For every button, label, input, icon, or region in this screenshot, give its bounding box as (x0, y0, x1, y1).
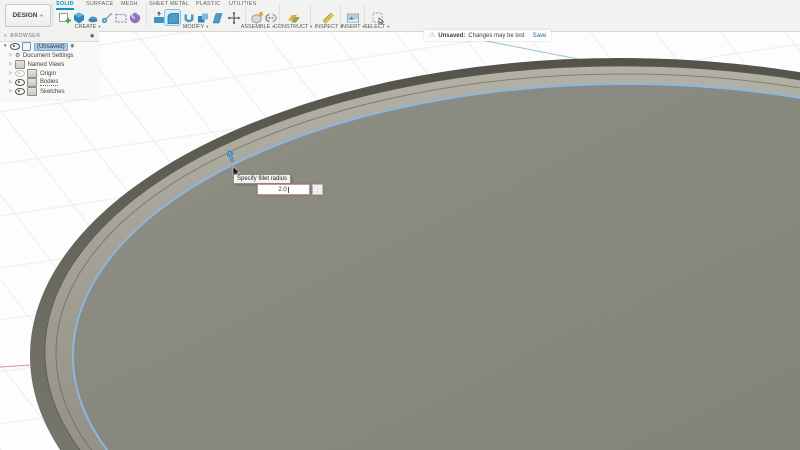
tab-surface[interactable]: SURFACE (86, 1, 113, 8)
chevron-down-icon: ▼ (205, 25, 209, 29)
modeling-viewport[interactable] (0, 0, 800, 450)
tab-plastic[interactable]: PLASTIC (196, 1, 220, 8)
insert-group-label: INSERT (340, 24, 360, 30)
fillet-radius-value: 2.0 (278, 187, 286, 193)
visibility-eye-icon[interactable] (15, 88, 25, 95)
assemble-group-dropdown[interactable]: ASSEMBLE ▼ (241, 23, 275, 30)
sketches-folder-icon (27, 87, 37, 96)
visibility-eye-icon[interactable] (15, 79, 25, 86)
expand-caret-icon[interactable]: ▼ (3, 44, 7, 49)
expand-caret-icon[interactable]: ▷ (9, 53, 12, 58)
browser-item-document-settings[interactable]: ▷ ⚙ Document Settings (0, 51, 99, 60)
workspace-label: DESIGN (13, 12, 38, 19)
document-icon (22, 42, 31, 51)
visibility-eye-icon[interactable] (15, 70, 25, 77)
browser-title: BROWSER (10, 33, 40, 39)
browser-item-origin[interactable]: ▷ Origin (0, 69, 99, 78)
document-name[interactable]: (Unsaved) (34, 43, 68, 51)
fillet-value-row: 2.0 ⋮ (257, 184, 323, 195)
construct-group-dropdown[interactable]: CONSTRUCT ▼ (275, 23, 312, 30)
workspace-selector-button[interactable]: DESIGN ▼ (5, 4, 51, 27)
gear-icon: ⚙ (15, 53, 20, 59)
expand-caret-icon[interactable]: ▷ (9, 71, 12, 76)
move-icon[interactable] (226, 10, 241, 25)
value-drag-handle-icon[interactable]: ⋮ (312, 184, 323, 195)
item-label: Origin (40, 71, 56, 77)
main-toolbar: DESIGN ▼ SOLID SURFACE MESH SHEET METAL … (0, 0, 800, 32)
modify-group-label: MODIFY (183, 24, 204, 30)
browser-root-row[interactable]: ▼ (Unsaved) ◉ (0, 42, 99, 51)
tab-mesh[interactable]: MESH (121, 1, 138, 8)
unsaved-message: Changes may be lost (468, 33, 524, 39)
unsaved-label: Unsaved: (438, 33, 465, 39)
browser-options-icon[interactable]: ◉ (90, 33, 95, 39)
item-label: Sketches (40, 89, 65, 95)
bodies-folder-icon (27, 78, 37, 87)
expand-caret-icon[interactable]: ▷ (9, 62, 12, 67)
chevron-down-icon: ▼ (386, 25, 390, 29)
tab-sheet-metal[interactable]: SHEET METAL (149, 1, 189, 8)
collapse-panel-icon[interactable]: « (4, 33, 7, 39)
tab-utilities[interactable]: UTILITIES (229, 1, 256, 8)
body-top-face[interactable] (73, 84, 800, 450)
expand-caret-icon[interactable]: ▷ (9, 89, 12, 94)
item-label: Document Settings (23, 53, 74, 59)
item-label: Bodies (40, 79, 58, 86)
chevron-down-icon: ▼ (309, 25, 313, 29)
draft-icon[interactable] (209, 10, 224, 25)
warning-icon: ⚠ (429, 32, 435, 39)
browser-header: « BROWSER ◉ (0, 31, 99, 42)
select-group-dropdown[interactable]: SELECT ▼ (363, 23, 391, 30)
item-label: Named Views (27, 62, 64, 68)
chevron-down-icon: ▼ (97, 25, 101, 29)
coil-icon[interactable] (127, 10, 142, 25)
expand-caret-icon[interactable]: ▷ (9, 80, 12, 85)
fillet-tooltip: Specify fillet radius (233, 174, 291, 184)
toolbar-separator (52, 3, 53, 27)
toolbar-separator (146, 3, 147, 27)
browser-item-sketches[interactable]: ▷ Sketches (0, 87, 99, 96)
inspect-group-label: INSPECT (315, 24, 339, 30)
modify-group-dropdown[interactable]: MODIFY ▼ (182, 23, 210, 30)
save-button[interactable]: Save (533, 33, 547, 39)
tab-solid[interactable]: SOLID (56, 1, 74, 10)
project-icon[interactable] (113, 10, 128, 25)
browser-item-named-views[interactable]: ▷ Named Views (0, 60, 99, 69)
assemble-group-label: ASSEMBLE (241, 24, 271, 30)
fillet-icon[interactable] (165, 10, 180, 25)
construct-group-label: CONSTRUCT (274, 24, 309, 30)
fusion-app-window: DESIGN ▼ SOLID SURFACE MESH SHEET METAL … (0, 0, 800, 450)
visibility-eye-icon[interactable] (10, 43, 20, 50)
fillet-radius-input[interactable]: 2.0 (257, 184, 310, 195)
chevron-down-icon: ▼ (39, 14, 43, 18)
text-cursor (288, 187, 289, 193)
select-group-label: SELECT (364, 24, 385, 30)
browser-panel: « BROWSER ◉ ▼ (Unsaved) ◉ ▷ ⚙ Document S… (0, 31, 99, 99)
create-sketch-icon[interactable] (57, 10, 72, 25)
origin-folder-icon (27, 69, 37, 78)
create-group-dropdown[interactable]: CREATE ▼ (74, 23, 102, 30)
document-status-icon: ◉ (70, 44, 74, 49)
create-group-label: CREATE (75, 24, 97, 30)
named-views-icon (15, 60, 25, 69)
unsaved-notification-bar: ⚠ Unsaved: Changes may be lost Save (424, 30, 551, 41)
browser-item-bodies[interactable]: ▷ Bodies (0, 78, 99, 87)
press-pull-icon[interactable] (151, 10, 166, 25)
